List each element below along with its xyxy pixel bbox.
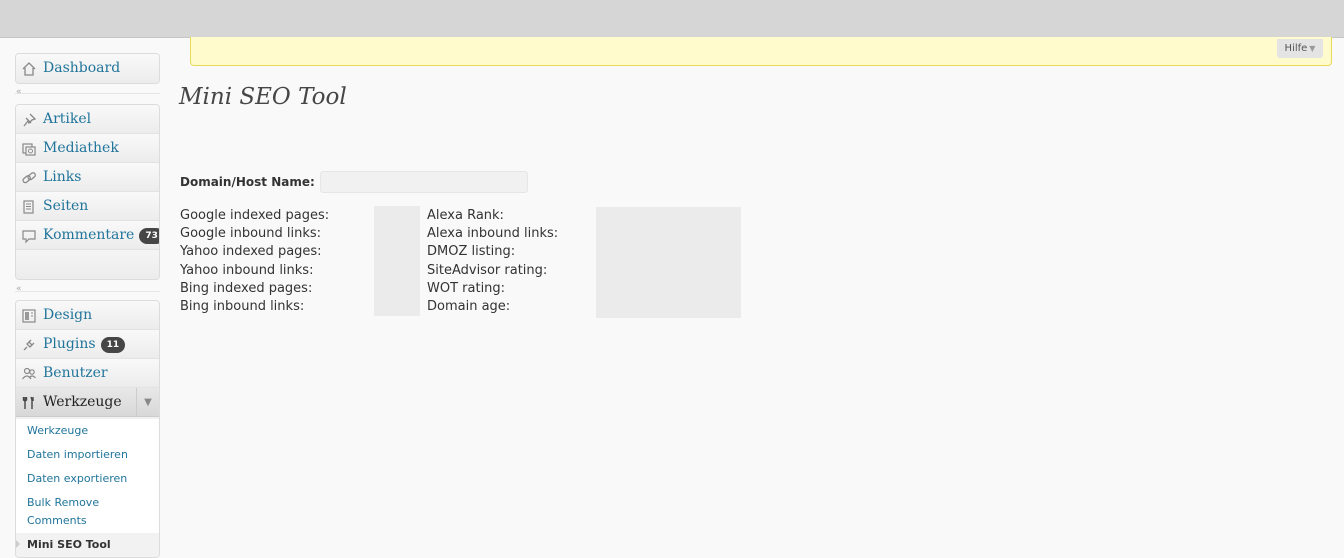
users-icon xyxy=(22,367,36,380)
comment-count-badge: 73 xyxy=(139,228,159,244)
menu-item-kommentare[interactable]: Kommentare 73 xyxy=(16,221,159,250)
menu-item-seiten[interactable]: Seiten xyxy=(16,192,159,221)
comment-icon xyxy=(22,230,36,244)
media-icon xyxy=(22,143,36,156)
plug-icon xyxy=(23,339,35,351)
menu-item-werkzeuge-label: Werkzeuge xyxy=(43,394,122,410)
submenu-bulk-remove-line2: Comments xyxy=(27,514,87,527)
notice-bar: Hilfe ▼ xyxy=(190,37,1332,66)
menu-separator xyxy=(15,93,160,94)
menu-item-werkzeuge[interactable]: Werkzeuge ▼ xyxy=(16,388,159,417)
chevron-down-icon: ▼ xyxy=(1309,44,1316,53)
admin-top-bar xyxy=(0,0,1344,38)
site-rating-stats: Alexa Rank: Alexa inbound links: DMOZ li… xyxy=(427,207,558,316)
pages-icon xyxy=(23,200,34,214)
help-tab-label: Hilfe xyxy=(1284,43,1308,54)
menu-item-benutzer[interactable]: Benutzer xyxy=(16,359,159,388)
menu-item-plugins-label: Plugins xyxy=(43,336,96,352)
search-engine-stats: Google indexed pages: Google inbound lin… xyxy=(180,207,329,316)
menu-group-admin: Design Plugins 11 Benutzer Werkzeuge ▼ We… xyxy=(15,300,160,558)
site-rating-values xyxy=(596,207,741,318)
chevron-down-icon: ▼ xyxy=(144,397,152,408)
werkzeuge-submenu: Werkzeuge Daten importieren Daten export… xyxy=(16,419,159,557)
stat-label-alexa-rank: Alexa Rank: xyxy=(427,208,504,223)
tools-icon xyxy=(22,396,34,409)
domain-input[interactable] xyxy=(320,171,528,193)
menu-item-mediathek-label: Mediathek xyxy=(43,140,119,156)
menu-separator xyxy=(15,291,160,292)
page-title: Mini SEO Tool xyxy=(179,84,347,110)
submenu-mini-seo-tool[interactable]: Mini SEO Tool xyxy=(16,533,159,557)
menu-item-seiten-label: Seiten xyxy=(43,198,89,214)
stat-label-google-inbound: Google inbound links: xyxy=(180,226,322,242)
menu-item-plugins[interactable]: Plugins 11 xyxy=(16,330,159,359)
menu-item-benutzer-label: Benutzer xyxy=(43,365,108,381)
submenu-bulk-remove-comments[interactable]: Bulk Remove Comments xyxy=(16,491,159,533)
menu-item-design-label: Design xyxy=(43,307,93,323)
domain-label: Domain/Host Name: xyxy=(180,175,315,189)
stat-label-dmoz: DMOZ listing: xyxy=(427,244,516,260)
stat-label-bing-indexed: Bing indexed pages: xyxy=(180,280,313,296)
link-icon xyxy=(22,172,36,184)
home-icon xyxy=(22,62,36,76)
menu-item-design[interactable]: Design xyxy=(16,301,159,330)
appearance-icon xyxy=(22,309,36,323)
stat-label-wot: WOT rating: xyxy=(427,280,506,296)
collapse-arrow-icon[interactable]: « xyxy=(16,87,22,97)
stat-label-yahoo-indexed: Yahoo indexed pages: xyxy=(180,244,322,260)
submenu-daten-importieren[interactable]: Daten importieren xyxy=(16,443,159,467)
menu-item-links[interactable]: Links xyxy=(16,163,159,192)
collapse-arrow-icon[interactable]: « xyxy=(16,284,22,294)
stat-label-alexa-inbound: Alexa inbound links: xyxy=(427,226,559,242)
menu-spacer xyxy=(16,250,159,279)
menu-item-kommentare-label: Kommentare xyxy=(43,227,135,243)
menu-item-dashboard-label: Dashboard xyxy=(43,60,121,76)
stat-label-siteadvisor: SiteAdvisor rating: xyxy=(427,262,548,278)
menu-group-content: Artikel Mediathek Links Seiten Kommentar… xyxy=(15,104,160,280)
plugin-update-badge: 11 xyxy=(100,337,126,353)
submenu-werkzeuge[interactable]: Werkzeuge xyxy=(16,419,159,443)
stat-label-bing-inbound: Bing inbound links: xyxy=(180,298,305,314)
stat-label-google-indexed: Google indexed pages: xyxy=(180,208,330,223)
submenu-daten-exportieren[interactable]: Daten exportieren xyxy=(16,467,159,491)
submenu-bulk-remove-line1: Bulk Remove xyxy=(27,496,100,509)
menu-group-dashboard: Dashboard xyxy=(15,53,160,84)
menu-item-mediathek[interactable]: Mediathek xyxy=(16,134,159,163)
help-tab[interactable]: Hilfe ▼ xyxy=(1277,39,1323,58)
menu-item-links-label: Links xyxy=(43,169,82,185)
pushpin-icon xyxy=(23,113,37,127)
stat-label-yahoo-inbound: Yahoo inbound links: xyxy=(180,262,314,278)
menu-item-dashboard[interactable]: Dashboard xyxy=(16,54,159,83)
search-engine-values xyxy=(374,206,420,316)
menu-item-artikel-label: Artikel xyxy=(43,111,92,127)
submenu-toggle[interactable]: ▼ xyxy=(136,388,159,417)
stat-label-domain-age: Domain age: xyxy=(427,298,511,314)
menu-item-artikel[interactable]: Artikel xyxy=(16,105,159,134)
